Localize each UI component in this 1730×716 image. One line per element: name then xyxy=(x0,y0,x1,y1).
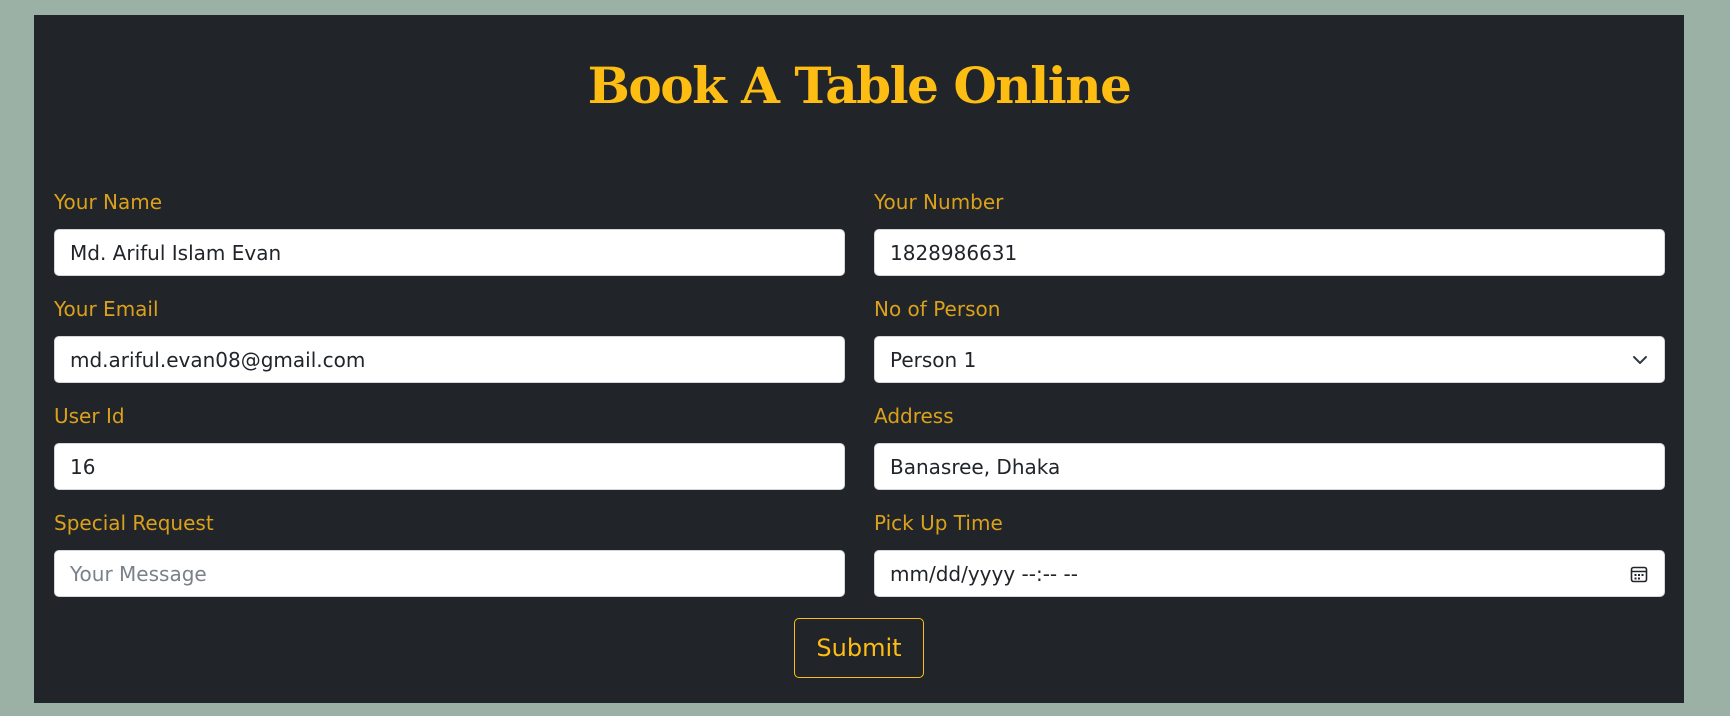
number-input[interactable]: 1828986631 xyxy=(874,229,1665,276)
persons-selected-value: Person 1 xyxy=(890,347,977,372)
special-request-input[interactable]: Your Message xyxy=(54,550,845,597)
user-id-group: User Id 16 xyxy=(54,403,845,490)
email-input[interactable]: md.ariful.evan08@gmail.com xyxy=(54,336,845,383)
email-group: Your Email md.ariful.evan08@gmail.com xyxy=(54,296,845,383)
chevron-down-icon xyxy=(1632,355,1648,365)
number-label: Your Number xyxy=(874,190,1004,214)
email-label: Your Email xyxy=(54,297,159,321)
page-title: Book A Table Online xyxy=(587,56,1132,115)
booking-panel: Book A Table Online Your Name Md. Ariful… xyxy=(34,15,1684,703)
special-request-group: Special Request Your Message xyxy=(54,510,845,597)
name-label: Your Name xyxy=(54,190,163,214)
pickup-time-label: Pick Up Time xyxy=(874,511,1003,535)
user-id-label: User Id xyxy=(54,404,125,428)
user-id-input[interactable]: 16 xyxy=(54,443,845,490)
pickup-time-group: Pick Up Time mm/dd/yyyy --:-- -- xyxy=(874,510,1665,597)
special-request-label: Special Request xyxy=(54,511,214,535)
pickup-time-input[interactable]: mm/dd/yyyy --:-- -- xyxy=(874,550,1665,597)
persons-select[interactable]: Person 1 xyxy=(874,336,1665,383)
name-group: Your Name Md. Ariful Islam Evan xyxy=(54,189,845,276)
calendar-icon[interactable] xyxy=(1630,565,1648,583)
persons-group: No of Person Person 1 xyxy=(874,296,1665,383)
address-label: Address xyxy=(874,404,954,428)
address-input[interactable]: Banasree, Dhaka xyxy=(874,443,1665,490)
submit-button[interactable]: Submit xyxy=(794,618,924,678)
special-request-placeholder: Your Message xyxy=(70,561,207,586)
address-group: Address Banasree, Dhaka xyxy=(874,403,1665,490)
pickup-time-value: mm/dd/yyyy --:-- -- xyxy=(890,561,1078,586)
number-group: Your Number 1828986631 xyxy=(874,189,1665,276)
persons-label: No of Person xyxy=(874,297,1001,321)
name-input[interactable]: Md. Ariful Islam Evan xyxy=(54,229,845,276)
